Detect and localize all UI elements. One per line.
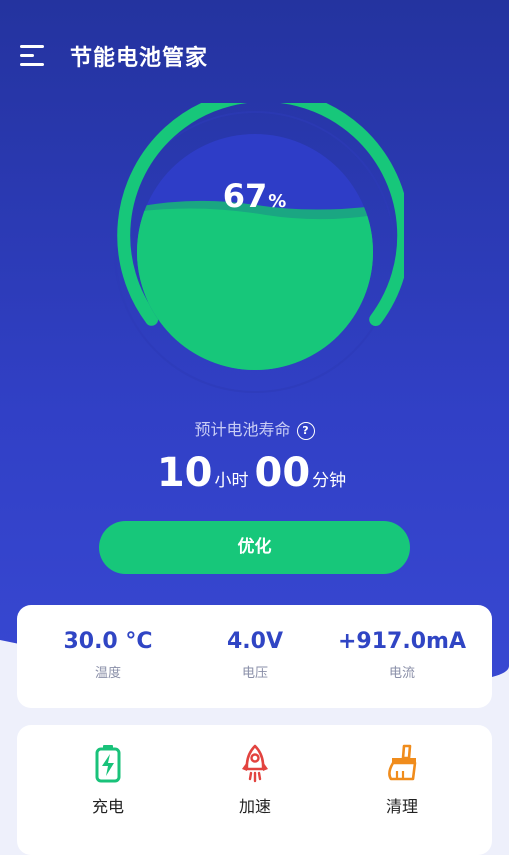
life-minutes-unit: 分钟 — [312, 471, 347, 491]
menu-icon[interactable] — [20, 44, 46, 68]
stat-current: +917.0mA 电流 — [323, 629, 481, 681]
optimize-button[interactable]: 优化 — [99, 521, 410, 574]
life-hours-unit: 小时 — [214, 471, 249, 491]
battery-life-label: 预计电池寿命? — [0, 416, 509, 440]
tools-card: 充电 加速 清理 — [17, 725, 492, 855]
app-title: 节能电池管家 — [70, 46, 209, 71]
battery-percent-unit: % — [268, 191, 287, 212]
battery-life-time: 10 小时 00 分钟 — [0, 450, 509, 496]
stat-label: 电流 — [388, 666, 415, 681]
tool-clean[interactable]: 清理 — [323, 743, 481, 817]
battery-stats-card: 30.0 °C 温度 4.0V 电压 +917.0mA 电流 — [17, 605, 492, 708]
life-minutes: 00 — [254, 450, 311, 496]
rocket-icon — [242, 744, 268, 783]
stat-value: 30.0 °C — [63, 629, 153, 654]
battery-life-label-text: 预计电池寿命 — [194, 420, 291, 439]
battery-gauge — [114, 103, 404, 393]
battery-percent: 67% — [0, 177, 509, 215]
app-header: 节能电池管家 — [0, 0, 509, 110]
stat-value: +917.0mA — [338, 629, 466, 654]
stat-label: 电压 — [241, 666, 268, 681]
battery-fill-wave — [137, 208, 373, 370]
charging-battery-icon — [95, 745, 121, 783]
stat-value: 4.0V — [227, 629, 283, 654]
life-hours: 10 — [156, 450, 213, 496]
tool-boost[interactable]: 加速 — [176, 743, 334, 817]
stat-voltage: 4.0V 电压 — [176, 629, 334, 681]
tool-label: 充电 — [91, 797, 124, 816]
help-icon[interactable]: ? — [296, 421, 315, 440]
brush-icon — [388, 744, 417, 781]
tool-charge[interactable]: 充电 — [29, 743, 187, 817]
stat-label: 温度 — [94, 666, 121, 681]
stat-temperature: 30.0 °C 温度 — [29, 629, 187, 681]
tool-label: 清理 — [385, 797, 418, 816]
battery-percent-value: 67 — [222, 177, 268, 215]
tool-label: 加速 — [238, 797, 271, 816]
